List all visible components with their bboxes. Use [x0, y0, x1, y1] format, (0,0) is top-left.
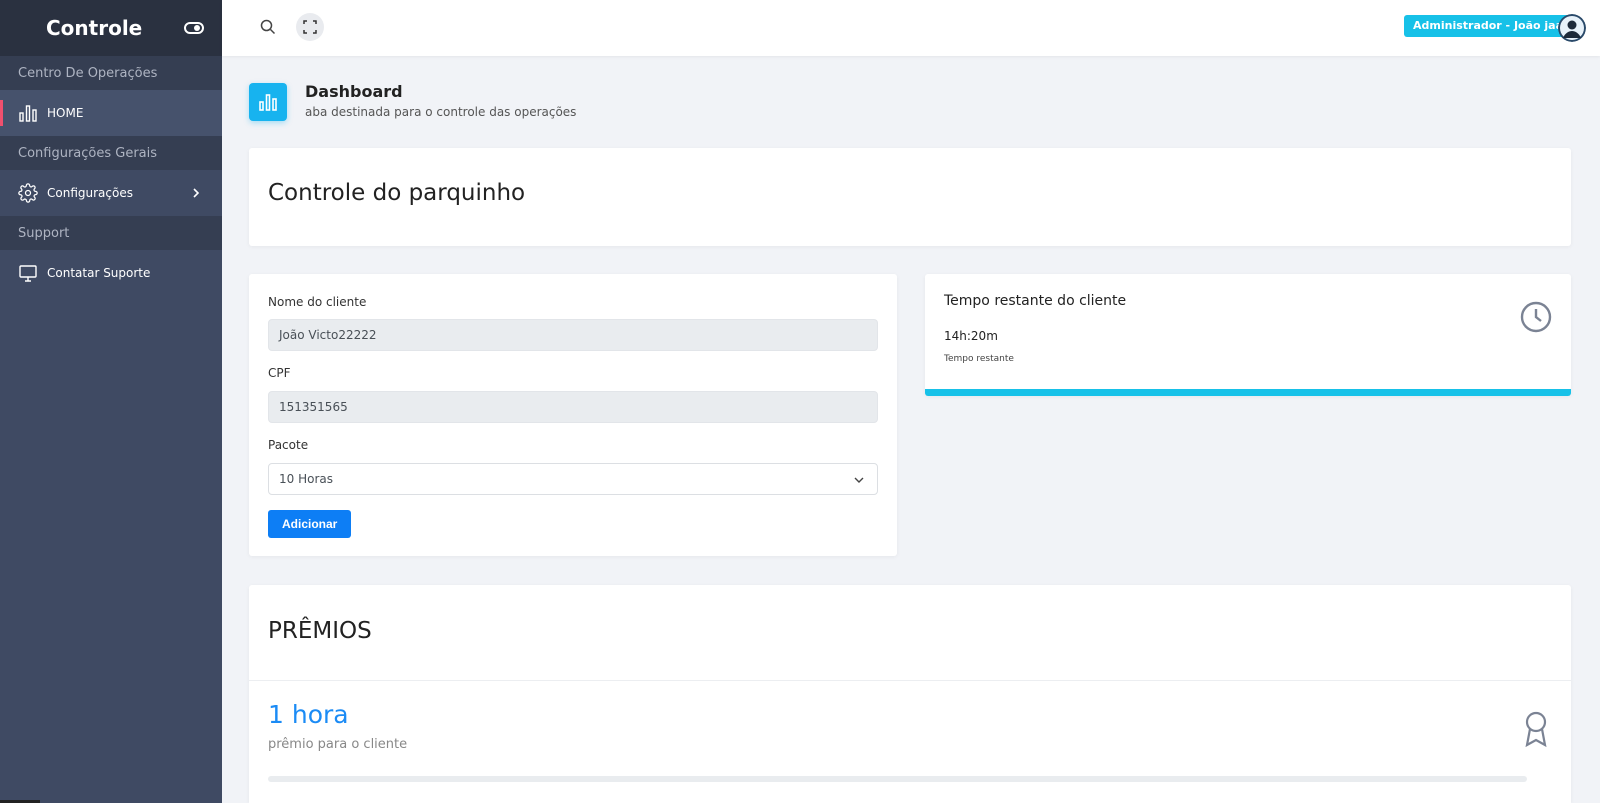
topbar: Administrador - João jaaj [222, 0, 1600, 56]
name-label: Nome do cliente [268, 295, 367, 309]
time-remaining-title: Tempo restante do cliente [944, 293, 1127, 309]
sidebar-item-label: HOME [47, 106, 84, 120]
user-role-badge[interactable]: Administrador - João jaaj [1404, 15, 1576, 37]
package-select-value: 10 Horas [279, 472, 333, 486]
sidebar-toggle-icon[interactable] [184, 22, 204, 34]
time-remaining-bar [925, 389, 1571, 396]
chevron-down-icon [854, 477, 864, 483]
sidebar-item-configuracoes[interactable]: Configurações [0, 170, 222, 216]
control-card-title: Controle do parquinho [268, 180, 526, 206]
time-remaining-card: Tempo restante do cliente 14h:20m Tempo … [925, 274, 1571, 396]
page-subtitle: aba destinada para o controle das operaç… [305, 105, 577, 119]
control-card: Controle do parquinho [249, 148, 1571, 246]
prizes-card: PRÊMIOS 1 hora prêmio para o cliente [249, 585, 1571, 803]
award-icon [1525, 711, 1547, 748]
client-form-card: Nome do cliente João Victo22222 CPF 1513… [249, 274, 897, 556]
divider [249, 680, 1571, 681]
avatar[interactable] [1558, 14, 1586, 42]
sidebar-header: Controle [0, 0, 222, 56]
name-field[interactable]: João Victo22222 [268, 319, 878, 351]
prize-caption: prêmio para o cliente [268, 737, 408, 752]
search-icon[interactable] [258, 17, 278, 37]
prize-value: 1 hora [268, 700, 349, 729]
gear-icon [18, 183, 38, 203]
sidebar-item-home[interactable]: HOME [0, 90, 222, 136]
add-button[interactable]: Adicionar [268, 510, 352, 538]
cpf-field[interactable]: 151351565 [268, 391, 878, 423]
brand-title: Controle [46, 16, 143, 40]
prize-progress-bar [268, 776, 1527, 782]
monitor-icon [19, 265, 37, 282]
dashboard-icon [249, 83, 287, 121]
package-label: Pacote [268, 438, 309, 452]
sidebar-section-title: Support [0, 216, 222, 250]
sidebar-item-contatar-suporte[interactable]: Contatar Suporte [0, 250, 222, 296]
time-remaining-value: 14h:20m [944, 329, 998, 343]
sidebar-section-title: Configurações Gerais [0, 136, 222, 170]
bar-chart-icon [19, 105, 37, 122]
sidebar-item-label: Configurações [47, 186, 133, 200]
time-remaining-caption: Tempo restante [944, 354, 1014, 364]
package-select[interactable]: 10 Horas [268, 463, 878, 495]
sidebar-item-label: Contatar Suporte [47, 266, 151, 280]
cpf-label: CPF [268, 366, 291, 380]
clock-icon [1520, 301, 1552, 333]
sidebar: Controle Centro De Operações HOME Config… [0, 0, 222, 803]
user-avatar-icon [1558, 14, 1586, 42]
page-title: Dashboard [305, 82, 403, 101]
fullscreen-icon [303, 20, 317, 34]
chevron-right-icon [193, 188, 200, 198]
prizes-title: PRÊMIOS [268, 618, 372, 644]
sidebar-section-title: Centro De Operações [0, 56, 222, 90]
fullscreen-button[interactable] [296, 13, 324, 41]
